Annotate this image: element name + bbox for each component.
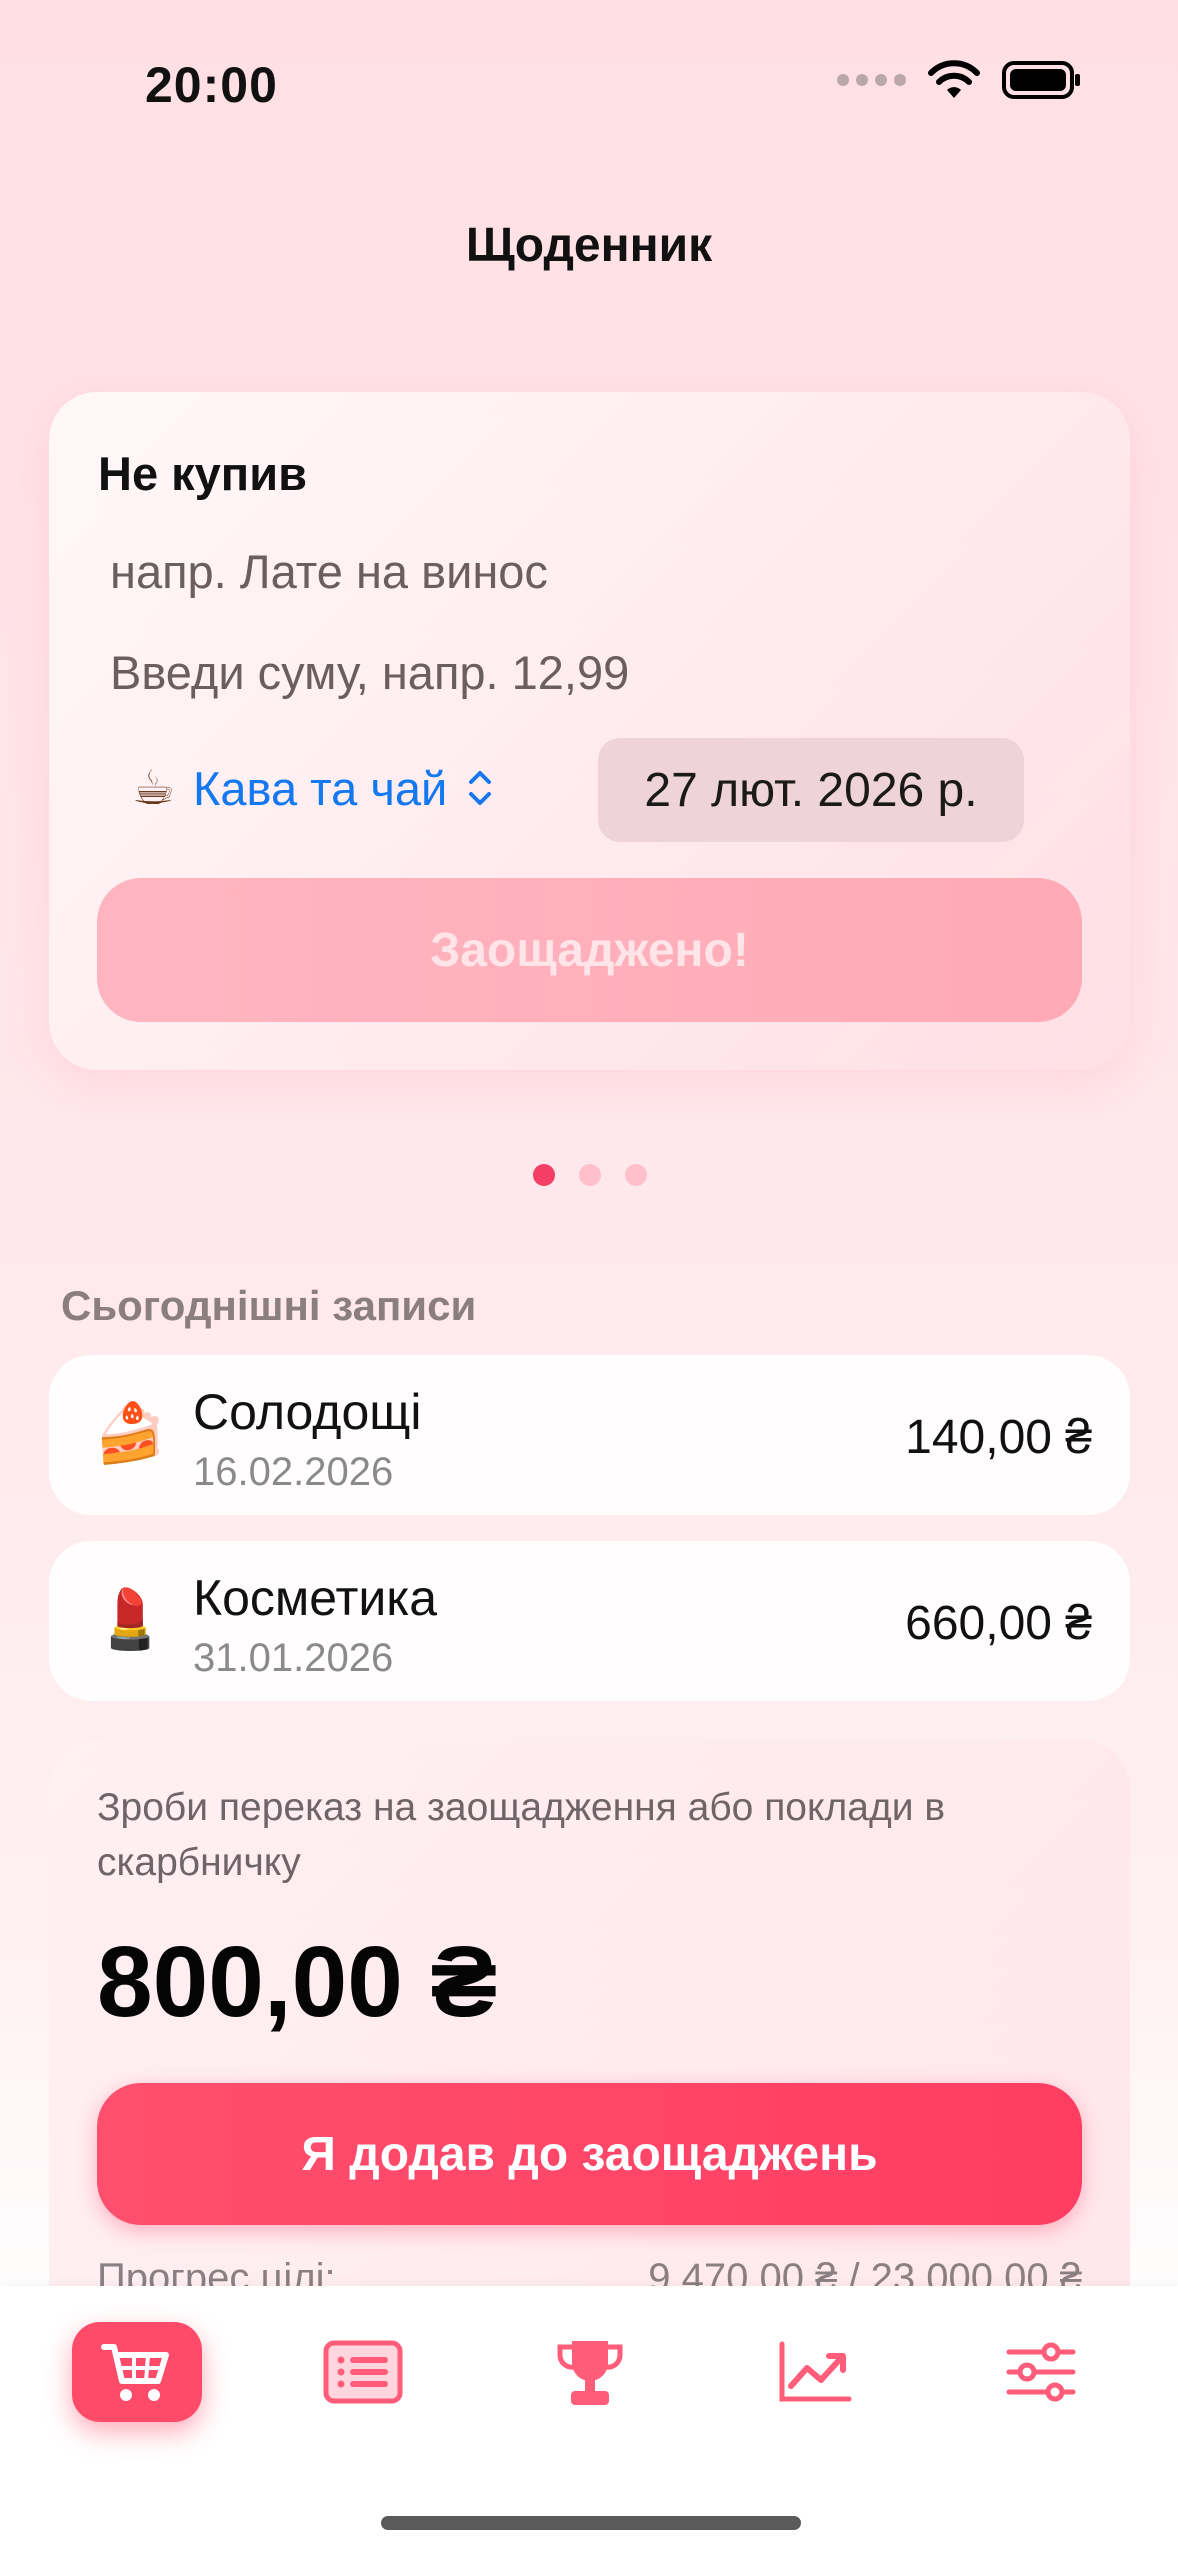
section-label-today: Сьогоднішні записи	[61, 1282, 477, 1329]
entry-amount: 660,00 ₴	[905, 1597, 1092, 1650]
page-dot[interactable]	[625, 1164, 647, 1186]
entry-name: Солодощі	[193, 1384, 422, 1440]
chart-icon	[779, 2341, 852, 2402]
savings-prompt: Зроби переказ на заощадження або поклади…	[97, 1786, 946, 1884]
saved-button[interactable]: Заощаджено!	[97, 878, 1082, 1022]
status-icons	[837, 60, 1082, 100]
page-dot[interactable]	[579, 1164, 601, 1186]
tab-history[interactable]	[298, 2322, 428, 2422]
tab-achievements[interactable]	[525, 2322, 655, 2422]
page-dot-active[interactable]	[533, 1164, 555, 1186]
entry-date: 31.01.2026	[193, 1636, 394, 1680]
date-picker[interactable]: 27 лют. 2026 р.	[598, 738, 1024, 842]
tab-statistics[interactable]	[750, 2322, 880, 2422]
category-label: Кава та чай	[193, 761, 448, 815]
status-time: 20:00	[145, 57, 278, 113]
add-to-savings-button[interactable]: Я додав до заощаджень	[97, 2083, 1082, 2225]
entry-date: 16.02.2026	[193, 1450, 394, 1494]
trophy-icon	[557, 2341, 623, 2405]
chevron-up-down-icon	[469, 771, 492, 805]
cart-icon	[101, 2344, 169, 2401]
lipstick-icon: 💄	[94, 1587, 167, 1652]
cake-icon: 🍰	[94, 1401, 167, 1466]
tab-diary[interactable]	[72, 2322, 202, 2422]
signal-dots-icon	[837, 74, 906, 86]
coffee-icon: ☕	[132, 762, 176, 815]
entry-name: Косметика	[193, 1570, 438, 1626]
page-title: Щоденник	[465, 219, 713, 272]
category-picker[interactable]: ☕ Кава та чай	[132, 760, 495, 816]
item-name-input[interactable]: напр. Лате на винос	[110, 544, 548, 599]
savings-total: 800,00 ₴	[97, 1926, 498, 2038]
battery-icon	[1002, 61, 1080, 99]
list-icon	[323, 2340, 403, 2404]
entry-amount: 140,00 ₴	[905, 1411, 1092, 1464]
wifi-icon	[928, 60, 980, 98]
home-indicator	[381, 2516, 801, 2530]
sliders-icon	[1006, 2342, 1076, 2402]
tab-settings[interactable]	[976, 2322, 1106, 2422]
page-indicator[interactable]	[533, 1164, 647, 1186]
amount-input[interactable]: Введи суму, напр. 12,99	[110, 645, 629, 700]
entry-card-title: Не купив	[98, 447, 307, 500]
